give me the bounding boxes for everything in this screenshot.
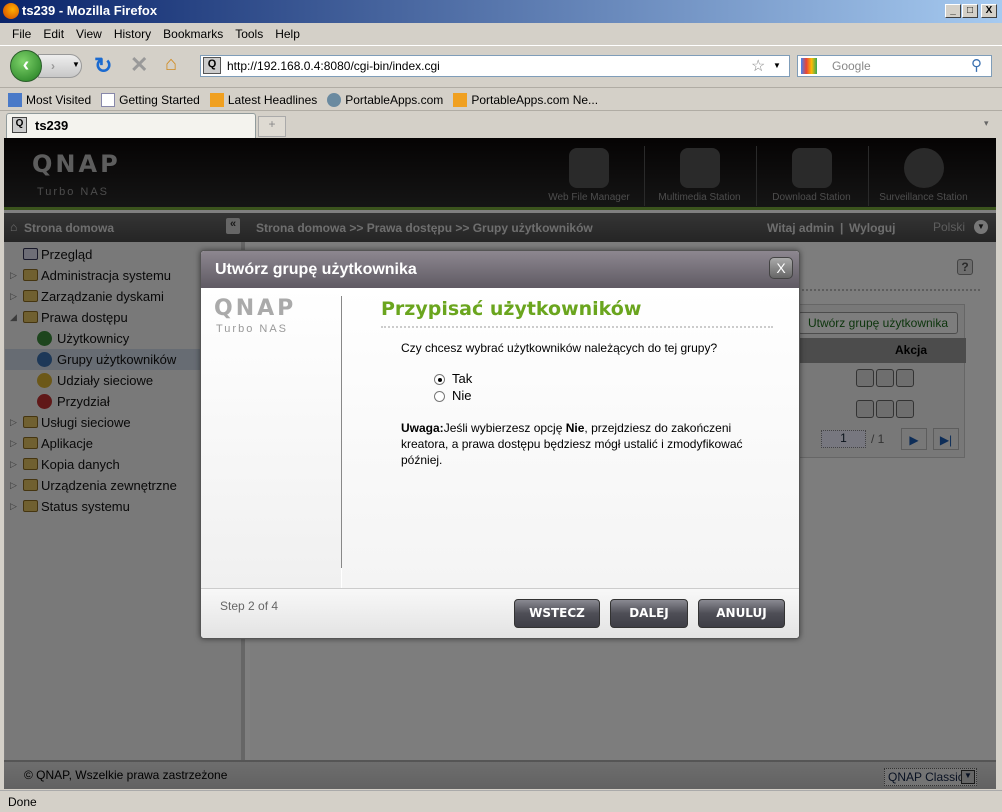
menu-file[interactable]: File <box>6 27 37 44</box>
tab-label: ts239 <box>35 118 69 133</box>
url-dropdown-icon[interactable]: ▼ <box>773 61 781 70</box>
radio-tak[interactable]: Tak <box>434 371 472 386</box>
dialog-title-bar: Utwórz grupę użytkownika <box>201 251 799 288</box>
menu-bookmarks[interactable]: Bookmarks <box>157 27 229 44</box>
radio-nie[interactable]: Nie <box>434 388 472 403</box>
tab-ts239[interactable]: ts239 <box>6 113 256 138</box>
back-button[interactable]: ‹ <box>10 50 42 82</box>
tab-list-icon[interactable]: ▾ <box>984 118 989 129</box>
dialog-title: Utwórz grupę użytkownika <box>215 261 417 278</box>
maximize-button[interactable]: □ <box>962 4 978 18</box>
home-icon[interactable]: ⌂ <box>165 53 177 76</box>
menu-view[interactable]: View <box>70 27 108 44</box>
radio-label: Nie <box>452 388 472 403</box>
divider <box>381 326 773 328</box>
minimize-button[interactable]: _ <box>945 4 961 18</box>
rss-icon <box>209 93 224 107</box>
stop-icon[interactable]: ✕ <box>130 52 148 78</box>
radio-button[interactable] <box>434 374 445 386</box>
portableapps-icon <box>327 93 342 107</box>
folder-icon <box>8 93 22 107</box>
url-input[interactable]: http://192.168.0.4:8080/cgi-bin/index.cg… <box>200 55 790 77</box>
menu-tools[interactable]: Tools <box>229 27 269 44</box>
note-text: Uwaga:Jeśli wybierzesz opcję Nie, przejd… <box>401 420 766 468</box>
search-engine-icon[interactable] <box>801 58 817 74</box>
menu-edit[interactable]: Edit <box>37 27 70 44</box>
step-heading: Przypisać użytkowników <box>381 298 642 320</box>
step-indicator: Step 2 of 4 <box>220 599 279 613</box>
bookmark-portableapps[interactable]: PortableApps.com <box>327 91 443 109</box>
question-text: Czy chcesz wybrać użytkowników należącyc… <box>401 341 718 355</box>
qnap-subtitle: Turbo NAS <box>216 323 289 335</box>
bookmark-latest-headlines[interactable]: Latest Headlines <box>209 91 318 109</box>
back-button[interactable]: WSTECZ <box>514 599 600 628</box>
search-input[interactable]: Google <box>797 55 992 77</box>
close-window-button[interactable]: X <box>981 4 997 18</box>
bookmark-label: PortableApps.com <box>345 93 444 107</box>
new-tab-button[interactable]: + <box>258 116 286 137</box>
bookmark-label: Getting Started <box>119 93 200 107</box>
history-dropdown-icon[interactable]: ▼ <box>72 60 80 69</box>
note-label: Uwaga: <box>401 421 444 435</box>
bookmark-label: PortableApps.com Ne... <box>471 93 599 107</box>
dialog-body: Przypisać użytkowników Czy chcesz wybrać… <box>342 288 799 588</box>
status-text: Done <box>8 795 37 809</box>
note-part: Jeśli wybierzesz opcję <box>443 421 566 435</box>
menu-bar: File Edit View History Bookmarks Tools H… <box>0 24 1002 44</box>
firefox-icon <box>3 3 19 19</box>
bookmark-label: Latest Headlines <box>227 93 318 107</box>
radio-label: Tak <box>452 371 473 386</box>
cancel-button[interactable]: ANULUJ <box>698 599 785 628</box>
qnap-logo: QNAP <box>214 296 297 321</box>
page-icon <box>101 93 116 107</box>
window-title: ts239 - Mozilla Firefox <box>22 3 158 18</box>
note-bold: Nie <box>565 421 585 435</box>
create-group-dialog: Utwórz grupę użytkownika X QNAP Turbo NA… <box>200 250 800 639</box>
reload-icon[interactable]: ↻ <box>94 53 112 79</box>
bookmark-star-icon[interactable]: ☆ <box>751 56 765 76</box>
tab-favicon: Q <box>12 117 27 133</box>
bookmark-portableapps-news[interactable]: PortableApps.com Ne... <box>453 91 598 109</box>
close-dialog-button[interactable]: X <box>769 257 793 279</box>
bookmark-getting-started[interactable]: Getting Started <box>101 91 200 109</box>
rss-icon <box>453 93 468 107</box>
menu-help[interactable]: Help <box>269 27 306 44</box>
dialog-footer: Step 2 of 4 WSTECZ DALEJ ANULUJ <box>201 588 799 638</box>
dialog-logo-panel: QNAP Turbo NAS <box>201 288 341 588</box>
radio-button[interactable] <box>434 391 445 403</box>
bookmark-most-visited[interactable]: Most Visited <box>8 91 91 109</box>
next-button[interactable]: DALEJ <box>610 599 688 628</box>
window-title-bar: ts239 - Mozilla Firefox <box>0 0 1002 23</box>
bookmark-label: Most Visited <box>26 93 92 107</box>
status-bar: Done <box>0 790 1002 812</box>
menu-history[interactable]: History <box>108 27 157 44</box>
site-favicon: Q <box>203 57 221 74</box>
search-icon[interactable]: ⚲ <box>971 56 982 74</box>
bookmarks-toolbar: Most Visited Getting Started Latest Head… <box>0 87 1002 109</box>
